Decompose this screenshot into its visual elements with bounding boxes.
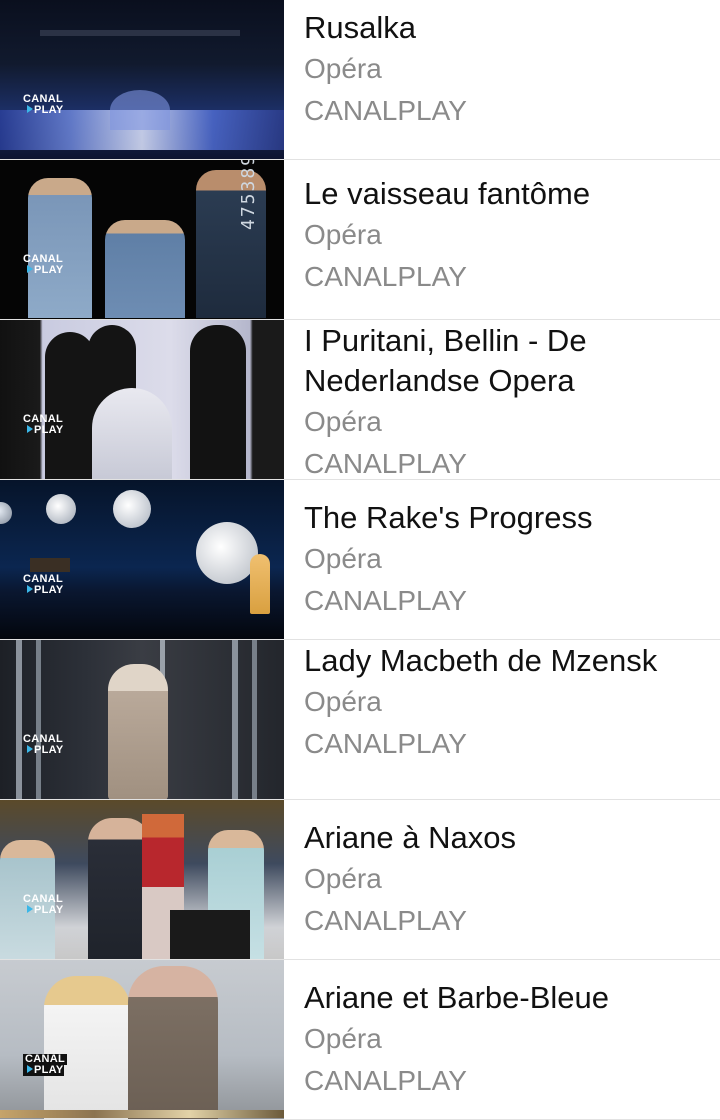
thumbnail-lady-macbeth-de-mzensk[interactable]: CANAL PLAY (0, 640, 284, 799)
item-title: Ariane à Naxos (304, 820, 516, 855)
list-item[interactable]: CANAL PLAY The Rake's Progress Opéra CANA… (0, 480, 720, 640)
list-item[interactable]: 475389 CANAL PLAY Le vaisseau fantôme Opé… (0, 160, 720, 320)
program-list: CANAL PLAY Rusalka Opéra CANALPLAY 475389… (0, 0, 720, 1120)
item-provider: CANALPLAY (304, 585, 467, 616)
item-title: I Puritani, Bellin - De Nederlandse Oper… (304, 323, 587, 398)
canalplay-logo: CANAL PLAY (23, 573, 64, 596)
thumbnail-the-rakes-progress[interactable]: CANAL PLAY (0, 480, 284, 639)
thumbnail-i-puritani[interactable]: CANAL PLAY (0, 320, 284, 479)
item-title: Ariane et Barbe-Bleue (304, 980, 610, 1015)
item-provider: CANALPLAY (304, 95, 467, 126)
item-genre: Opéra (304, 686, 382, 717)
item-genre: Opéra (304, 219, 382, 250)
item-title: Rusalka (304, 10, 416, 45)
item-title: Lady Macbeth de Mzensk (304, 643, 658, 678)
item-provider: CANALPLAY (304, 448, 467, 479)
item-title: Le vaisseau fantôme (304, 176, 591, 211)
item-provider: CANALPLAY (304, 261, 467, 292)
list-item[interactable]: CANAL PLAY Rusalka Opéra CANALPLAY (0, 0, 720, 160)
list-item[interactable]: CANAL PLAY I Puritani, Bellin - De Nederl… (0, 320, 720, 480)
item-title: The Rake's Progress (304, 500, 593, 535)
thumbnail-ariane-a-naxos[interactable]: CANAL PLAY (0, 800, 284, 959)
overlay-code: 475389 (238, 160, 259, 230)
canalplay-logo: CANAL PLAY (23, 93, 64, 116)
list-item[interactable]: CANAL PLAY Ariane et Barbe-Bleue Opéra CA… (0, 960, 720, 1120)
thumbnail-le-vaisseau-fantome[interactable]: 475389 CANAL PLAY (0, 160, 284, 319)
item-genre: Opéra (304, 863, 382, 894)
item-provider: CANALPLAY (304, 728, 467, 759)
canalplay-logo: CANAL PLAY (23, 1053, 67, 1076)
canalplay-logo: CANAL PLAY (23, 413, 64, 436)
canalplay-logo: CANAL PLAY (23, 733, 64, 756)
thumbnail-ariane-et-barbe-bleue[interactable]: CANAL PLAY (0, 960, 284, 1119)
item-genre: Opéra (304, 53, 382, 84)
thumbnail-rusalka[interactable]: CANAL PLAY (0, 0, 284, 159)
canalplay-logo: CANAL PLAY (23, 893, 64, 916)
next-thumbnail-partial[interactable] (0, 1110, 284, 1118)
item-genre: Opéra (304, 543, 382, 574)
item-provider: CANALPLAY (304, 905, 467, 936)
item-provider: CANALPLAY (304, 1065, 467, 1096)
item-genre: Opéra (304, 1023, 382, 1054)
list-item[interactable]: CANAL PLAY Ariane à Naxos Opéra CANALPLAY (0, 800, 720, 960)
list-item[interactable]: CANAL PLAY Lady Macbeth de Mzensk Opéra C… (0, 640, 720, 800)
item-genre: Opéra (304, 406, 382, 437)
canalplay-logo: CANAL PLAY (23, 253, 64, 276)
